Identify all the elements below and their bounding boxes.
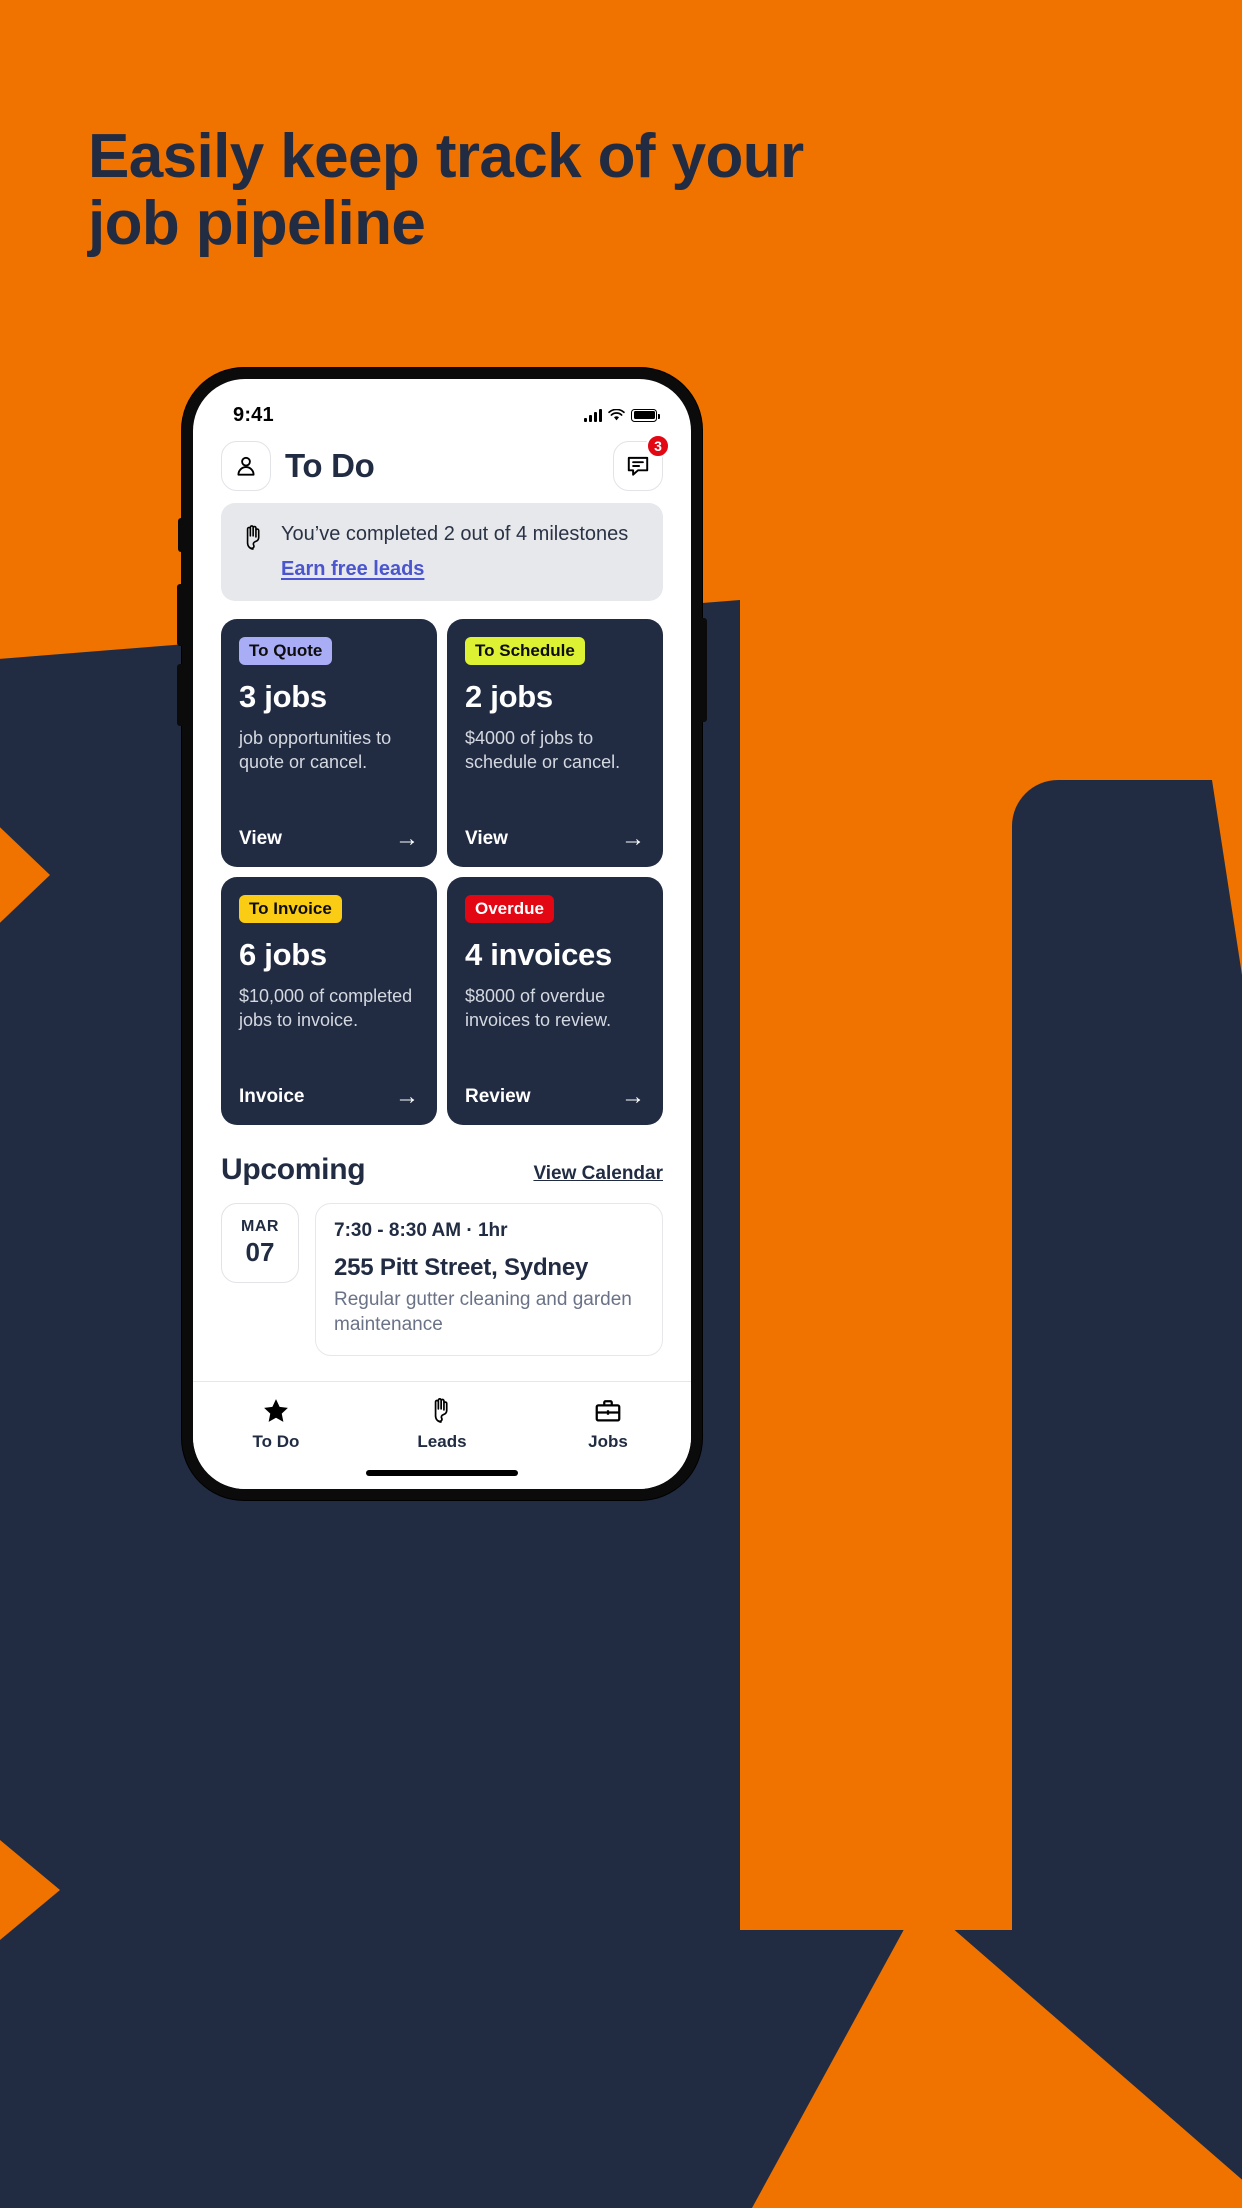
card-cta[interactable]: Invoice →	[239, 1085, 419, 1109]
phone-volume-down-button	[177, 664, 184, 726]
hand-raised-icon	[434, 1398, 448, 1423]
tab-label: Jobs	[588, 1432, 628, 1451]
card-cta-label: View	[465, 828, 508, 849]
tab-to-do[interactable]: To Do	[193, 1396, 359, 1452]
status-card-to-quote[interactable]: To Quote 3 jobs job opportunities to quo…	[221, 619, 437, 867]
battery-icon	[631, 408, 660, 422]
status-badge: To Invoice	[239, 895, 342, 923]
milestone-banner[interactable]: You’ve completed 2 out of 4 milestones E…	[221, 503, 663, 601]
arrow-right-icon: →	[395, 1083, 419, 1110]
card-description: $10,000 of completed jobs to invoice.	[239, 986, 413, 1030]
event-date-chip: MAR 07	[221, 1203, 299, 1283]
arrow-right-icon: →	[621, 1083, 645, 1110]
home-indicator	[366, 1470, 518, 1476]
status-badge: To Quote	[239, 637, 333, 665]
upcoming-section-header: Upcoming View Calendar	[221, 1153, 663, 1187]
milestone-text: You’ve completed 2 out of 4 milestones	[281, 523, 629, 545]
messages-badge: 3	[646, 434, 670, 458]
status-card-to-invoice[interactable]: To Invoice 6 jobs $10,000 of completed j…	[221, 877, 437, 1125]
card-description: job opportunities to quote or cancel.	[239, 728, 392, 772]
cellular-signal-icon	[584, 408, 602, 422]
messages-button[interactable]: 3	[613, 434, 670, 491]
arrow-right-icon: →	[621, 825, 645, 852]
person-icon	[237, 456, 255, 476]
content-scroll-area[interactable]: You’ve completed 2 out of 4 milestones E…	[193, 503, 691, 1381]
earn-free-leads-link[interactable]: Earn free leads	[281, 558, 424, 581]
card-cta-label: View	[239, 828, 282, 849]
phone-volume-up-button	[177, 584, 184, 646]
phone-screen: 9:41 To Do 3 You’ve completed 2 out of 4…	[193, 379, 691, 1489]
status-bar-clock: 9:41	[233, 403, 274, 426]
app-header: To Do 3	[193, 434, 691, 503]
event-month: MAR	[241, 1218, 279, 1235]
star-icon	[264, 1399, 288, 1422]
phone-power-button	[700, 618, 707, 722]
page-title: To Do	[285, 447, 375, 484]
event-address: 255 Pitt Street, Sydney	[334, 1254, 589, 1281]
message-icon	[627, 456, 649, 476]
status-bar-icons	[584, 408, 660, 422]
card-cta[interactable]: View →	[465, 827, 645, 851]
card-cta[interactable]: Review →	[465, 1085, 645, 1109]
card-description: $4000 of jobs to schedule or cancel.	[465, 728, 621, 772]
phone-mute-switch	[178, 518, 184, 552]
event-card[interactable]: 7:30 - 8:30 AM · 1hr 255 Pitt Street, Sy…	[315, 1203, 663, 1357]
status-card-overdue[interactable]: Overdue 4 invoices $8000 of overdue invo…	[447, 877, 663, 1125]
status-badge: To Schedule	[465, 637, 585, 665]
card-cta-label: Invoice	[239, 1086, 305, 1107]
status-card-grid: To Quote 3 jobs job opportunities to quo…	[221, 619, 663, 1125]
promo-headline: Easily keep track of your job pipeline	[88, 122, 804, 258]
status-badge: Overdue	[465, 895, 554, 923]
tab-label: Leads	[417, 1432, 467, 1451]
background-navy-right-shape	[1012, 780, 1242, 2208]
view-calendar-link[interactable]: View Calendar	[533, 1163, 663, 1185]
upcoming-title: Upcoming	[221, 1153, 366, 1186]
tab-leads[interactable]: Leads	[359, 1396, 525, 1452]
tab-label: To Do	[252, 1432, 300, 1451]
event-time: 7:30 - 8:30 AM · 1hr	[334, 1220, 508, 1241]
phone-mockup: 9:41 To Do 3 You’ve completed 2 out of 4…	[177, 368, 707, 1500]
profile-button[interactable]	[221, 441, 271, 491]
wifi-icon	[608, 408, 625, 420]
tab-jobs[interactable]: Jobs	[525, 1396, 691, 1452]
status-card-to-schedule[interactable]: To Schedule 2 jobs $4000 of jobs to sche…	[447, 619, 663, 867]
card-count: 2 jobs	[465, 679, 553, 714]
status-bar: 9:41	[193, 379, 691, 437]
promo-screenshot: Easily keep track of your job pipeline 9…	[0, 0, 1242, 2208]
card-cta[interactable]: View →	[239, 827, 419, 851]
briefcase-icon	[595, 1400, 621, 1422]
arrow-right-icon: →	[395, 825, 419, 852]
card-count: 4 invoices	[465, 937, 612, 972]
hand-raised-icon	[246, 525, 260, 550]
card-description: $8000 of overdue invoices to review.	[465, 986, 612, 1030]
card-count: 6 jobs	[239, 937, 327, 972]
upcoming-event-row[interactable]: MAR 07 7:30 - 8:30 AM · 1hr 255 Pitt Str…	[221, 1203, 663, 1357]
event-day: 07	[245, 1237, 275, 1267]
card-cta-label: Review	[465, 1086, 531, 1107]
event-note: Regular gutter cleaning and garden maint…	[334, 1289, 632, 1335]
card-count: 3 jobs	[239, 679, 327, 714]
